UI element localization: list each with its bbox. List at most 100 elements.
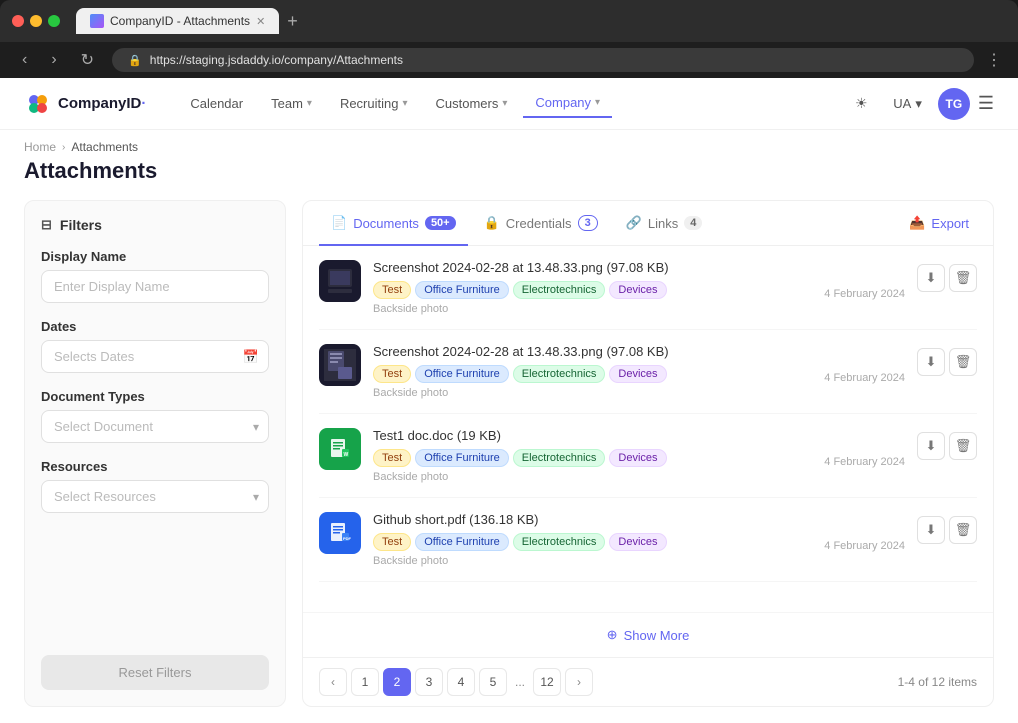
display-name-input[interactable] <box>41 270 269 303</box>
hamburger-menu-button[interactable]: ☰ <box>978 93 994 114</box>
url-text: https://staging.jsdaddy.io/company/Attac… <box>150 53 403 67</box>
page-4-button[interactable]: 4 <box>447 668 475 696</box>
tab-links[interactable]: 🔗 Links 4 <box>614 201 715 246</box>
prev-page-button[interactable]: ‹ <box>319 668 347 696</box>
file-description: Backside photo <box>373 303 812 315</box>
tab-bar: CompanyID - Attachments ✕ + <box>76 8 298 34</box>
doc-types-filter: Document Types Select Document ▾ <box>41 389 269 443</box>
delete-button[interactable]: 🗑 <box>949 264 977 292</box>
file-thumbnail <box>319 260 361 302</box>
breadcrumb: Home › Attachments <box>0 130 1018 158</box>
tab-credentials[interactable]: 🔒 Credentials 3 <box>472 201 610 246</box>
delete-button[interactable]: 🗑 <box>949 348 977 376</box>
lang-label: UA <box>893 96 911 111</box>
tag-test: Test <box>373 281 411 299</box>
tag-electrotechnics: Electrotechnics <box>513 533 606 551</box>
url-bar[interactable]: 🔒 https://staging.jsdaddy.io/company/Att… <box>112 48 974 72</box>
close-button[interactable] <box>12 15 24 27</box>
maximize-button[interactable] <box>48 15 60 27</box>
file-item: Screenshot 2024-02-28 at 13.48.33.png (9… <box>319 330 977 414</box>
download-button[interactable]: ⬇ <box>917 264 945 292</box>
doc-types-label: Document Types <box>41 389 269 404</box>
nav-item-customers[interactable]: Customers ▾ <box>424 90 520 117</box>
forward-button[interactable]: › <box>45 49 62 71</box>
settings-button[interactable]: ☀ <box>845 88 877 120</box>
file-item: PDF Github short.pdf (136.18 KB) Test Of… <box>319 498 977 582</box>
file-info: Screenshot 2024-02-28 at 13.48.33.png (9… <box>373 260 812 315</box>
display-name-filter: Display Name <box>41 249 269 303</box>
file-name: Screenshot 2024-02-28 at 13.48.33.png (9… <box>373 260 812 275</box>
page-controls: ‹ 1 2 3 4 5 ... 12 › <box>319 668 593 696</box>
tag-electrotechnics: Electrotechnics <box>513 281 606 299</box>
export-button[interactable]: 📤 Export <box>901 209 977 237</box>
tag-electrotechnics: Electrotechnics <box>513 365 606 383</box>
download-button[interactable]: ⬇ <box>917 432 945 460</box>
file-info: Screenshot 2024-02-28 at 13.48.33.png (9… <box>373 344 812 399</box>
file-item: W Test1 doc.doc (19 KB) Test Office Furn… <box>319 414 977 498</box>
file-actions: ⬇ 🗑 <box>917 260 977 292</box>
plus-icon: ⊕ <box>607 627 618 643</box>
tag-office-furniture: Office Furniture <box>415 533 509 551</box>
new-tab-button[interactable]: + <box>287 11 298 32</box>
dates-label: Dates <box>41 319 269 334</box>
delete-button[interactable]: 🗑 <box>949 516 977 544</box>
language-selector[interactable]: UA ▾ <box>885 92 930 116</box>
file-tags: Test Office Furniture Electrotechnics De… <box>373 533 812 551</box>
dates-input-wrap: 📅 <box>41 340 269 373</box>
nav-item-company[interactable]: Company ▾ <box>523 89 612 118</box>
tag-office-furniture: Office Furniture <box>415 449 509 467</box>
traffic-lights <box>12 15 60 27</box>
download-button[interactable]: ⬇ <box>917 348 945 376</box>
page-5-button[interactable]: 5 <box>479 668 507 696</box>
refresh-button[interactable]: ↻ <box>75 48 100 72</box>
tag-devices: Devices <box>609 281 666 299</box>
minimize-button[interactable] <box>30 15 42 27</box>
browser-menu-button[interactable]: ⋮ <box>986 50 1002 70</box>
sidebar-filters: ⊟ Filters Display Name Dates 📅 Document … <box>24 200 286 707</box>
doc-types-select[interactable]: Select Document <box>41 410 269 443</box>
resources-filter: Resources Select Resources ▾ <box>41 459 269 513</box>
browser-tab[interactable]: CompanyID - Attachments ✕ <box>76 8 279 34</box>
next-page-button[interactable]: › <box>565 668 593 696</box>
page-1-button[interactable]: 1 <box>351 668 379 696</box>
tab-documents-label: Documents <box>353 216 419 231</box>
tab-close-button[interactable]: ✕ <box>256 15 265 28</box>
nav-item-team[interactable]: Team ▾ <box>259 90 324 117</box>
breadcrumb-home[interactable]: Home <box>24 140 56 154</box>
top-navigation: CompanyID· Calendar Team ▾ Recruiting ▾ … <box>0 78 1018 130</box>
nav-label-team: Team <box>271 96 303 111</box>
tag-test: Test <box>373 449 411 467</box>
dates-input[interactable] <box>41 340 269 373</box>
tab-documents-badge: 50+ <box>425 216 456 230</box>
resources-select[interactable]: Select Resources <box>41 480 269 513</box>
tag-office-furniture: Office Furniture <box>415 281 509 299</box>
page-3-button[interactable]: 3 <box>415 668 443 696</box>
logo[interactable]: CompanyID· <box>24 90 146 118</box>
link-icon: 🔗 <box>626 215 642 231</box>
nav-right: ☀ UA ▾ TG ☰ <box>845 88 994 120</box>
nav-item-recruiting[interactable]: Recruiting ▾ <box>328 90 420 117</box>
file-date: 4 February 2024 <box>824 344 905 384</box>
file-actions: ⬇ 🗑 <box>917 512 977 544</box>
main-layout: ⊟ Filters Display Name Dates 📅 Document … <box>24 200 994 707</box>
nav-item-calendar[interactable]: Calendar <box>178 90 255 117</box>
delete-button[interactable]: 🗑 <box>949 432 977 460</box>
chevron-down-icon: ▾ <box>595 97 600 108</box>
tab-documents[interactable]: 📄 Documents 50+ <box>319 201 468 246</box>
avatar[interactable]: TG <box>938 88 970 120</box>
reset-filters-button[interactable]: Reset Filters <box>41 655 269 690</box>
lock-icon: 🔒 <box>484 215 500 231</box>
filters-label: Filters <box>60 217 102 233</box>
download-button[interactable]: ⬇ <box>917 516 945 544</box>
file-description: Backside photo <box>373 471 812 483</box>
nav-label-recruiting: Recruiting <box>340 96 399 111</box>
file-description: Backside photo <box>373 555 812 567</box>
tab-links-badge: 4 <box>684 216 702 230</box>
page-2-button[interactable]: 2 <box>383 668 411 696</box>
back-button[interactable]: ‹ <box>16 49 33 71</box>
page-12-button[interactable]: 12 <box>533 668 561 696</box>
calendar-icon: 📅 <box>243 349 259 365</box>
file-thumbnail: W <box>319 428 361 470</box>
tab-links-label: Links <box>648 216 678 231</box>
show-more-button[interactable]: ⊕ Show More <box>303 612 993 657</box>
